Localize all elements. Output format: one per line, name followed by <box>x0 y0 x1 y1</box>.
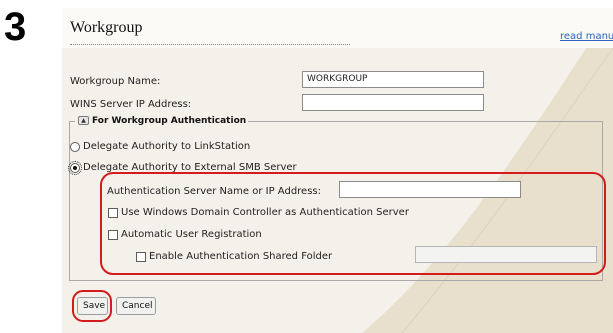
radio-external-smb[interactable] <box>68 161 82 175</box>
annotation-highlight-box <box>100 172 606 275</box>
workgroup-name-label: Workgroup Name: <box>70 76 161 87</box>
page-title: Workgroup <box>70 19 143 36</box>
workgroup-name-input[interactable]: WORKGROUP <box>302 71 484 88</box>
wins-server-input[interactable] <box>302 94 484 111</box>
cancel-button[interactable]: Cancel <box>116 297 156 315</box>
wins-server-label: WINS Server IP Address: <box>70 99 192 110</box>
collapse-icon[interactable]: ▲ <box>78 116 89 125</box>
radio-linkstation[interactable] <box>70 142 80 152</box>
title-divider <box>70 44 350 45</box>
step-number: 3 <box>4 5 27 49</box>
workgroup-settings-panel: Workgroup read manual Workgroup Name: WO… <box>62 8 613 333</box>
read-manual-link[interactable]: read manual <box>560 31 613 42</box>
panel-header: Workgroup read manual <box>62 8 613 48</box>
radio-linkstation-label: Delegate Authority to LinkStation <box>83 141 251 152</box>
annotation-save-ring <box>72 290 112 322</box>
fieldset-legend: ▲ For Workgroup Authentication <box>75 113 249 128</box>
fieldset-legend-label: For Workgroup Authentication <box>92 115 247 126</box>
